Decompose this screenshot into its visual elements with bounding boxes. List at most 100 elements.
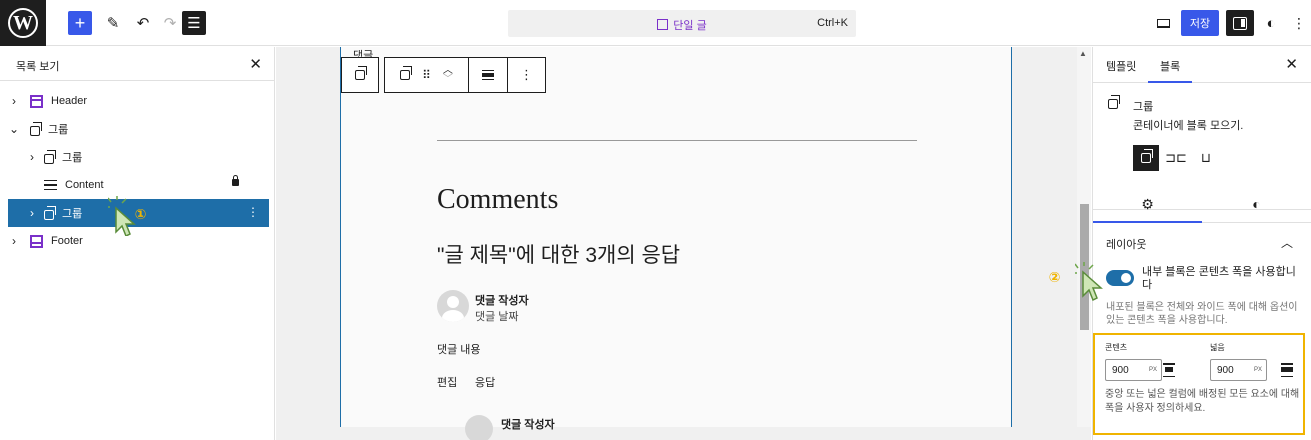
comment-edit-link[interactable]: 편집 [437,374,457,390]
content-width-label: 콘텐츠 [1105,343,1128,352]
list-item-group[interactable]: › 그룹 [8,143,269,171]
block-toolbar: ⠿ ︿ ﹀ ⋮ [384,57,546,93]
wide-width-label: 넓음 [1210,343,1225,352]
comments-heading[interactable]: Comments [437,184,558,216]
options-more-icon[interactable]: ⋮ [1291,10,1307,36]
group-icon [400,66,413,80]
header-template-icon [30,94,43,108]
comment-content[interactable]: 댓글 내용 [437,341,481,357]
width-help-text: 중앙 또는 넓은 컬럼에 배정된 모든 요소에 대해 폭을 사용자 정의하세요. [1105,389,1300,414]
variation-row-icon[interactable]: ⊐⊏ [1163,145,1189,171]
undo-icon[interactable]: ↶ [131,11,155,35]
chevron-right-icon[interactable]: › [26,150,38,164]
block-type-switcher[interactable]: ⠿ ︿ ﹀ [385,58,469,92]
list-item-footer[interactable]: › Footer [8,227,269,255]
block-options-more-icon[interactable]: ⋮ [508,58,545,92]
tools-pen-icon[interactable]: ✎ [101,11,125,35]
drag-handle-icon[interactable]: ⠿ [422,68,431,82]
variation-group-button[interactable] [1133,145,1159,171]
group-icon [44,149,56,164]
variation-stack-icon[interactable]: ⊔ [1193,145,1219,171]
list-item-header[interactable]: › Header [8,87,269,115]
tab-block[interactable]: 블록 [1147,58,1193,83]
content-width-input[interactable]: 900 PX [1105,359,1162,381]
sidebar-tabs: 템플릿 블록 ✕ [1093,47,1311,83]
command-shortcut: Ctrl+K [817,17,848,29]
list-item-label: Header [51,95,88,107]
page-content-area: 댓글 ⠿ ︿ ﹀ ⋮ Comments "글 제목"에 대한 3개의 응답 댓글 … [340,47,1012,440]
comment-author[interactable]: 댓글 작성자 [501,416,555,432]
inner-blocks-content-width-toggle[interactable] [1106,270,1134,286]
step-one-badge: ① [134,206,147,222]
avatar [465,415,493,440]
device-preview-button[interactable] [1150,10,1176,36]
sidebar-icon [1233,16,1247,30]
command-palette-bar[interactable]: 단일 글 Ctrl+K [508,10,856,37]
group-icon [1108,95,1120,109]
editor-canvas: 댓글 ⠿ ︿ ﹀ ⋮ Comments "글 제목"에 대한 3개의 응답 댓글 … [276,47,1091,440]
list-item-label: Footer [51,235,83,247]
chevron-right-icon[interactable]: › [8,94,20,108]
block-inserter-button[interactable]: + [68,11,92,35]
scroll-up-icon[interactable]: ▲ [1079,49,1087,58]
settings-subtabs: ⚙ ◐ [1093,187,1311,223]
close-icon[interactable]: ✕ [1285,55,1298,73]
unit-label[interactable]: PX [1149,367,1157,373]
group-icon [355,66,367,80]
unit-label[interactable]: PX [1254,367,1262,373]
list-item-label: 그룹 [48,124,69,136]
block-name: 그룹 [1133,101,1154,113]
comments-count-heading[interactable]: "글 제목"에 대한 3개의 응답 [437,239,680,269]
redo-icon[interactable]: ↷ [158,11,182,35]
list-view-title: 목록 보기 [16,61,60,73]
wordpress-logo-icon: W [8,8,38,38]
chevron-right-icon[interactable]: › [8,234,20,248]
content-width-value: 900 [1112,365,1129,376]
list-item-label: Content [65,179,104,191]
canvas-scrollbar[interactable]: ▲ [1077,47,1091,427]
chevron-right-icon[interactable]: › [26,206,38,220]
wide-width-icon [1281,363,1293,377]
editor-top-bar: W + ✎ ↶ ↷ ☰ 단일 글 Ctrl+K 저장 ◐ ⋮ [0,0,1311,46]
template-title: 단일 글 [673,20,707,32]
layout-panel-heading[interactable]: 레이아웃 [1106,236,1146,252]
block-parent-selector-button[interactable] [341,57,379,93]
list-view-toggle-button[interactable]: ☰ [182,11,206,35]
save-button[interactable]: 저장 [1181,10,1219,36]
styles-contrast-icon[interactable]: ◐ [1261,10,1281,36]
group-icon [1141,149,1153,163]
styles-contrast-icon[interactable]: ◐ [1202,196,1311,212]
desktop-icon [1156,18,1170,28]
align-button[interactable] [469,58,508,92]
step-two-badge: ② [1048,269,1061,285]
wordpress-logo-button[interactable]: W [0,0,46,46]
comment-date[interactable]: 댓글 날짜 [475,308,519,324]
footer-template-icon [30,234,43,248]
comment-reply-link[interactable]: 응답 [475,374,495,390]
chevron-up-icon[interactable]: ︿ [1281,234,1293,251]
post-content-icon [44,180,57,190]
settings-gear-icon[interactable]: ⚙ [1093,196,1202,223]
move-up-down-icon[interactable]: ︿ ﹀ [443,66,453,85]
comment-author[interactable]: 댓글 작성자 [475,292,529,308]
list-item-label: 그룹 [62,152,83,164]
group-icon [44,205,56,220]
list-item-content[interactable]: Content [8,171,269,199]
wide-width-value: 900 [1217,365,1234,376]
close-icon[interactable]: ✕ [249,55,262,73]
group-icon [30,121,42,136]
list-item-label: 그룹 [62,208,83,220]
list-view-panel: 목록 보기 ✕ › Header ⌄ 그룹 › 그룹 Content › 그룹 … [0,47,275,440]
settings-sidebar-toggle[interactable] [1226,10,1254,36]
lock-icon [232,175,239,186]
block-description: 콘테이너에 블록 모으기. [1133,120,1244,132]
tab-template[interactable]: 템플릿 [1106,58,1136,74]
separator [437,140,917,141]
wide-width-input[interactable]: 900 PX [1210,359,1267,381]
list-item-group[interactable]: ⌄ 그룹 [8,115,269,143]
toggle-help-text: 내포된 블록은 전체와 와이드 폭에 대해 옵션이 있는 콘텐츠 폭을 사용합니… [1106,302,1298,326]
list-view-header: 목록 보기 ✕ [0,47,274,81]
options-more-icon[interactable]: ⋮ [247,205,259,219]
chevron-down-icon[interactable]: ⌄ [8,122,20,136]
block-variations: ⊐⊏ ⊔ [1133,145,1219,171]
